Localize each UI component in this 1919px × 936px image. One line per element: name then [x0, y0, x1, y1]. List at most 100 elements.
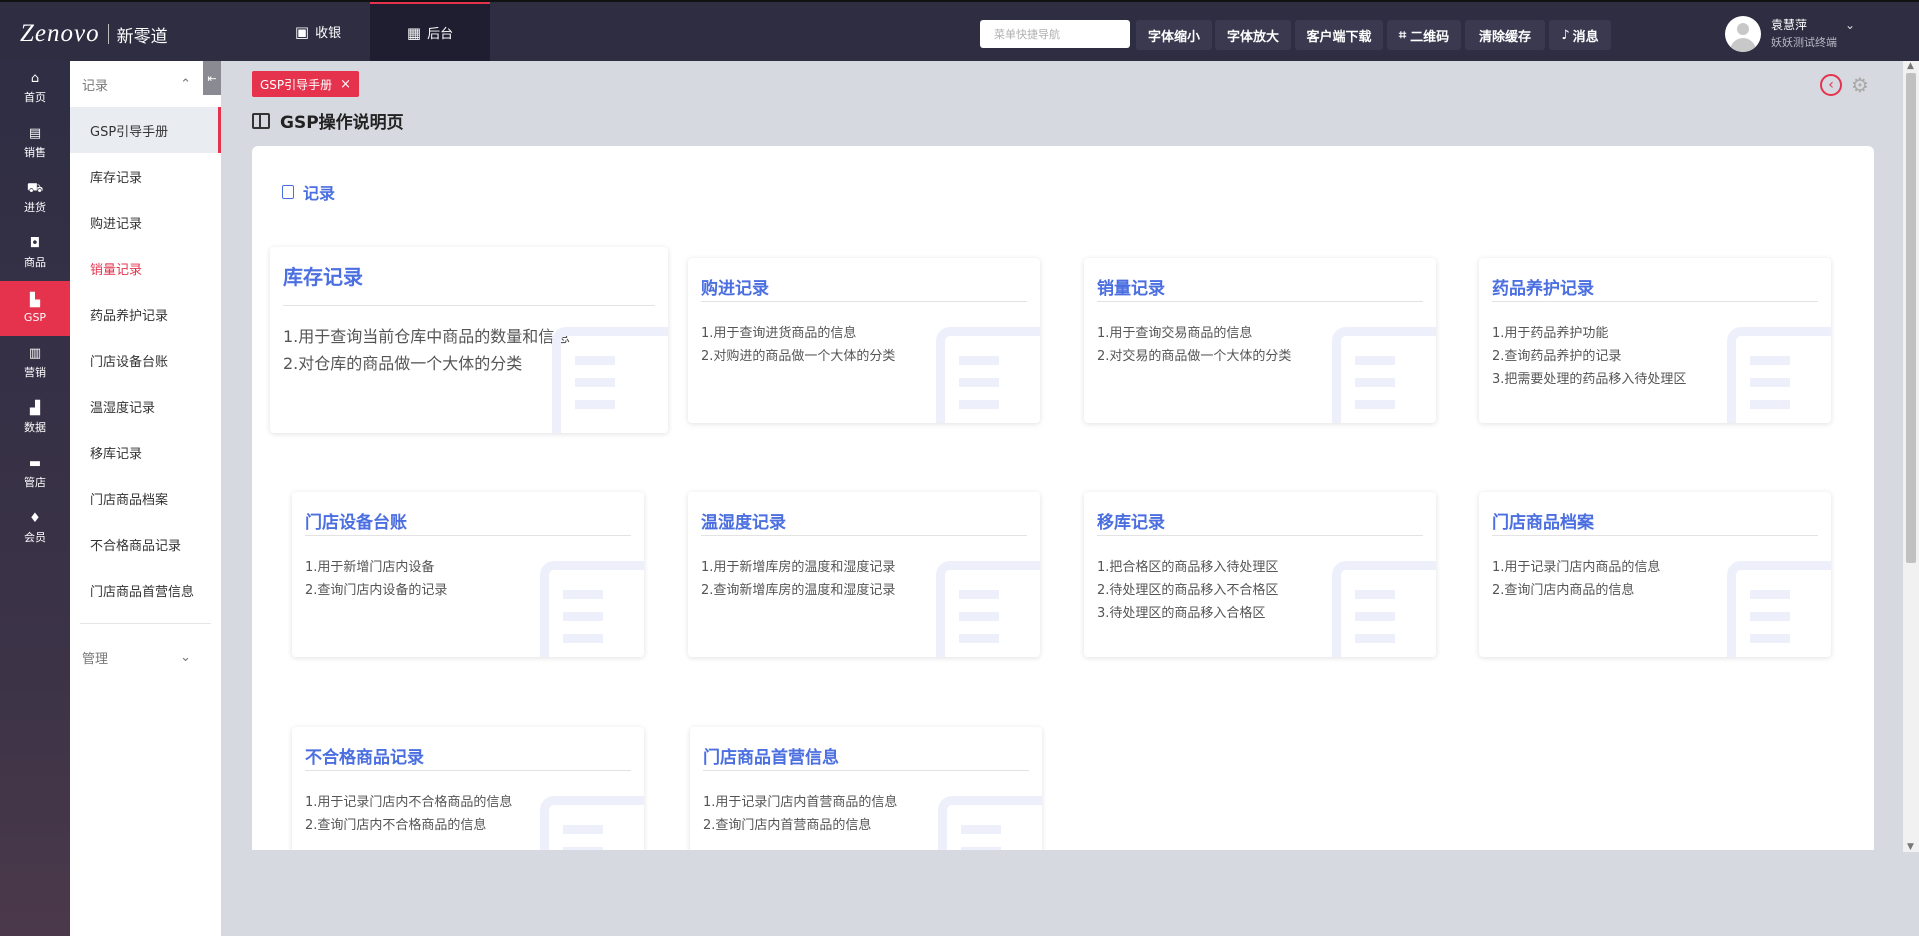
sub-item-gsp-guide[interactable]: GSP引导手册 — [70, 107, 221, 153]
collapse-icon: ⇤ — [207, 71, 217, 85]
menu-search-input[interactable] — [980, 20, 1130, 48]
sub-item-transfer[interactable]: 移库记录 — [70, 429, 221, 475]
user-name: 袁慧萍 — [1771, 18, 1808, 32]
scroll-up-icon[interactable]: ▲ — [1907, 61, 1914, 71]
nav-cashier[interactable]: ▣ 收银 — [268, 2, 368, 61]
sub-item-label: 不合格商品记录 — [90, 538, 182, 554]
card-line: 1.用于记录门店内商品的信息 — [1492, 560, 1661, 575]
card-watermark-icon — [936, 561, 1040, 657]
back-icon[interactable]: ‹ — [1820, 74, 1842, 96]
sub-item-stock[interactable]: 库存记录 — [70, 153, 221, 199]
rail-item-home[interactable]: ⌂ 首页 — [0, 61, 70, 116]
rail-label: 商品 — [24, 256, 46, 269]
rail-item-gsp[interactable]: ▙ GSP — [0, 281, 70, 336]
logo[interactable]: Zenovo 新零道 — [20, 20, 168, 48]
nav-backend-label: 后台 — [427, 27, 454, 42]
card-divider — [701, 301, 1027, 302]
user-terminal: 妖妖测试终端 — [1771, 36, 1837, 49]
font-enlarge-button[interactable]: 字体放大 — [1215, 20, 1291, 50]
card-divider — [1492, 301, 1818, 302]
chevron-down-icon: ⌄ — [180, 649, 191, 665]
sub-item-equipment[interactable]: 门店设备台账 — [70, 337, 221, 383]
messages-button[interactable]: ♪ 消息 — [1549, 20, 1611, 50]
sub-sidebar: 记录 ⌃ GSP引导手册 库存记录 购进记录 销量记录 药品养护记录 门店设备台… — [70, 61, 221, 936]
sub-item-sales-volume[interactable]: 销量记录 — [70, 245, 221, 291]
card-description: 1.用于记录门店内不合格商品的信息 2.查询门店内不合格商品的信息 — [305, 791, 512, 837]
card-drug-care-record[interactable]: 药品养护记录 1.用于药品养护功能 2.查询药品养护的记录 3.把需要处理的药品… — [1479, 258, 1831, 423]
bell-icon: ♪ — [1561, 27, 1570, 43]
card-unqualified-record[interactable]: 不合格商品记录 1.用于记录门店内不合格商品的信息 2.查询门店内不合格商品的信… — [292, 727, 644, 850]
logo-brand: Zenovo — [20, 20, 100, 47]
user-menu[interactable]: 袁慧萍 妖妖测试终端 ⌄ — [1725, 16, 1855, 52]
rail-label: 数据 — [24, 421, 46, 434]
top-bar: Zenovo 新零道 ▣ 收银 ▦ 后台 字体缩小 字体放大 客户端下载 ⌗二维… — [0, 0, 1919, 61]
rail-item-purchase[interactable]: ⛟ 进货 — [0, 171, 70, 226]
client-download-button[interactable]: 客户端下载 — [1295, 20, 1383, 50]
card-description: 1.用于药品养护功能 2.查询药品养护的记录 3.把需要处理的药品移入待处理区 — [1492, 322, 1686, 391]
rail-item-data[interactable]: ▟ 数据 — [0, 391, 70, 446]
qrcode-label: 二维码 — [1410, 29, 1450, 45]
section-title: 记录 — [282, 180, 335, 204]
calendar-icon: ▦ — [406, 23, 422, 42]
nav-backend[interactable]: ▦ 后台 — [370, 2, 490, 61]
section-manage-header[interactable]: 管理 ⌄ — [70, 634, 221, 680]
sub-item-purchase[interactable]: 购进记录 — [70, 199, 221, 245]
sub-item-unqualified[interactable]: 不合格商品记录 — [70, 521, 221, 567]
clear-cache-button[interactable]: 清除缓存 — [1465, 20, 1545, 50]
gear-icon[interactable]: ⚙ — [1849, 73, 1871, 97]
card-transfer-record[interactable]: 移库记录 1.把合格区的商品移入待处理区 2.待处理区的商品移入不合格区 3.待… — [1084, 492, 1436, 657]
card-goods-archive[interactable]: 门店商品档案 1.用于记录门店内商品的信息 2.查询门店内商品的信息 — [1479, 492, 1831, 657]
messages-label: 消息 — [1572, 29, 1599, 45]
scrollbar-thumb[interactable] — [1906, 73, 1916, 563]
avatar — [1725, 16, 1761, 52]
card-watermark-icon — [540, 796, 644, 850]
sub-item-label: 门店商品首营信息 — [90, 584, 195, 600]
card-line: 1.用于新增门店内设备 — [305, 560, 435, 575]
card-line: 1.用于查询当前仓库中商品的数量和信息 — [283, 327, 571, 346]
rail-item-marketing[interactable]: ▥ 营销 — [0, 336, 70, 391]
sub-item-drug-care[interactable]: 药品养护记录 — [70, 291, 221, 337]
card-description: 1.用于查询当前仓库中商品的数量和信息 2.对仓库的商品做一个大体的分类 — [283, 323, 570, 377]
card-temp-humidity[interactable]: 温湿度记录 1.用于新增库房的温度和湿度记录 2.查询新增库房的温度和湿度记录 — [688, 492, 1040, 657]
section-manage-label: 管理 — [82, 651, 109, 667]
card-purchase-record[interactable]: 购进记录 1.用于查询进货商品的信息 2.对购进的商品做一个大体的分类 — [688, 258, 1040, 423]
card-equipment-ledger[interactable]: 门店设备台账 1.用于新增门店内设备 2.查询门店内设备的记录 — [292, 492, 644, 657]
section-records-header[interactable]: 记录 ⌃ — [70, 61, 221, 107]
content-panel: 记录 库存记录 1.用于查询当前仓库中商品的数量和信息 2.对仓库的商品做一个大… — [252, 146, 1874, 850]
close-icon[interactable]: × — [340, 77, 351, 92]
vertical-scrollbar[interactable]: ▲ ▼ — [1903, 61, 1919, 852]
sub-item-first-sale[interactable]: 门店商品首营信息 — [70, 567, 221, 613]
rail-label: 会员 — [24, 531, 46, 544]
sub-item-label: 温湿度记录 — [90, 400, 156, 416]
tab-label: GSP引导手册 — [260, 77, 333, 92]
rail-item-goods[interactable]: ◘ 商品 — [0, 226, 70, 281]
sub-item-goods-archive[interactable]: 门店商品档案 — [70, 475, 221, 521]
card-line: 1.用于查询进货商品的信息 — [701, 326, 857, 341]
card-description: 1.用于新增库房的温度和湿度记录 2.查询新增库房的温度和湿度记录 — [701, 556, 895, 602]
section-title-text: 记录 — [303, 184, 336, 203]
card-divider — [703, 770, 1029, 771]
qrcode-button[interactable]: ⌗ 二维码 — [1387, 20, 1461, 50]
tab-gsp-guide[interactable]: GSP引导手册 × — [252, 71, 360, 97]
card-stock-record[interactable]: 库存记录 1.用于查询当前仓库中商品的数量和信息 2.对仓库的商品做一个大体的分… — [270, 247, 668, 433]
rail-label: 销售 — [24, 146, 46, 159]
font-shrink-button[interactable]: 字体缩小 — [1136, 20, 1212, 50]
chevron-down-icon[interactable]: ⌄ — [1845, 18, 1855, 32]
card-sales-record[interactable]: 销量记录 1.用于查询交易商品的信息 2.对交易的商品做一个大体的分类 — [1084, 258, 1436, 423]
sub-item-temp-humidity[interactable]: 温湿度记录 — [70, 383, 221, 429]
card-description: 1.用于记录门店内首营商品的信息 2.查询门店内首营商品的信息 — [703, 791, 897, 837]
card-description: 1.用于记录门店内商品的信息 2.查询门店内商品的信息 — [1492, 556, 1660, 602]
scroll-down-icon[interactable]: ▼ — [1907, 842, 1914, 852]
card-line: 2.查询门店内设备的记录 — [305, 583, 448, 598]
rail-item-member[interactable]: ♦ 会员 — [0, 501, 70, 556]
bag-icon: ◘ — [29, 236, 41, 251]
sub-item-label: 门店商品档案 — [90, 492, 169, 508]
rail-item-store[interactable]: ▬ 管店 — [0, 446, 70, 501]
collapse-sidebar-button[interactable]: ⇤ — [203, 61, 221, 95]
card-divider — [305, 535, 631, 536]
card-line: 2.待处理区的商品移入不合格区 — [1097, 583, 1279, 598]
rail-item-sales[interactable]: ▤ 销售 — [0, 116, 70, 171]
sub-item-label: 销量记录 — [90, 262, 143, 278]
card-watermark-icon — [936, 327, 1040, 423]
card-first-sale-info[interactable]: 门店商品首营信息 1.用于记录门店内首营商品的信息 2.查询门店内首营商品的信息 — [690, 727, 1042, 850]
